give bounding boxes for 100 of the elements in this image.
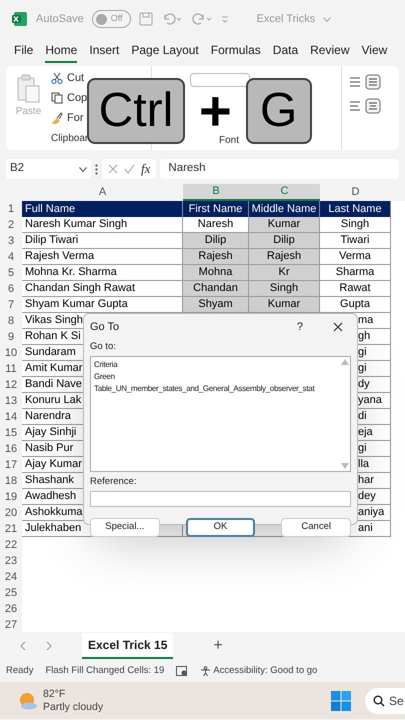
name-box[interactable]: B2 bbox=[6, 159, 91, 179]
dialog-button[interactable]: OK bbox=[186, 518, 256, 536]
table-cell: Mohna Kr. Sharma bbox=[22, 265, 183, 281]
customize-icon[interactable] bbox=[220, 15, 229, 23]
row-header[interactable]: 5 bbox=[0, 265, 22, 281]
table-header-cell: Full Name bbox=[22, 201, 183, 217]
temperature: 82°F bbox=[43, 688, 66, 700]
help-button[interactable]: ? bbox=[296, 318, 303, 336]
row-header[interactable]: 23 bbox=[0, 553, 22, 569]
weather-icon[interactable] bbox=[18, 692, 38, 710]
table-cell: Gupta bbox=[320, 297, 391, 313]
weather-condition: Partly cloudy bbox=[43, 700, 104, 714]
column-header[interactable]: B bbox=[183, 184, 249, 201]
row-header[interactable]: 10 bbox=[0, 345, 22, 361]
macro-icon[interactable] bbox=[176, 666, 188, 676]
search-box[interactable]: Se bbox=[365, 688, 405, 714]
ribbon-tab[interactable]: Data bbox=[272, 41, 298, 63]
status-message: Flash Fill Changed Cells: 19 bbox=[45, 664, 164, 678]
add-sheet-button[interactable]: + bbox=[213, 634, 223, 658]
autosave-label: AutoSave bbox=[36, 12, 84, 27]
ribbon-tab[interactable]: Review bbox=[310, 41, 350, 63]
row-header[interactable]: 7 bbox=[0, 297, 22, 313]
row-header[interactable]: 13 bbox=[0, 393, 22, 409]
insert-function-button[interactable]: fx bbox=[141, 159, 150, 179]
accessibility-icon[interactable] bbox=[200, 666, 212, 676]
column-header[interactable]: C bbox=[249, 184, 320, 201]
row-header[interactable]: 2 bbox=[0, 217, 22, 233]
table-cell: Singh bbox=[320, 217, 391, 233]
row-header[interactable]: 3 bbox=[0, 233, 22, 249]
row-header[interactable]: 4 bbox=[0, 249, 22, 265]
table-cell: Kr bbox=[249, 265, 320, 281]
table-cell: Dilip bbox=[183, 233, 249, 249]
table-cell: Chandan bbox=[183, 281, 249, 297]
column-header[interactable]: A bbox=[22, 184, 183, 201]
row-header[interactable]: 20 bbox=[0, 505, 22, 521]
table-cell: Rajesh Verma bbox=[22, 249, 183, 265]
row-header[interactable]: 15 bbox=[0, 425, 22, 441]
ribbon-tab[interactable]: Home bbox=[45, 41, 78, 63]
save-icon[interactable] bbox=[138, 12, 153, 26]
ribbon-tab[interactable]: Page Layout bbox=[131, 41, 199, 63]
clipboard-command[interactable]: Cop bbox=[67, 90, 88, 106]
excel-logo-icon bbox=[12, 11, 28, 27]
table-header-cell: First Name bbox=[183, 201, 249, 217]
check-icon[interactable] bbox=[124, 164, 135, 174]
table-cell: Rajesh bbox=[249, 249, 320, 265]
row-header[interactable]: 16 bbox=[0, 441, 22, 457]
ribbon-tab[interactable]: View bbox=[362, 41, 388, 63]
row-header[interactable]: 6 bbox=[0, 281, 22, 297]
row-header[interactable]: 12 bbox=[0, 377, 22, 393]
clipboard-icon[interactable] bbox=[16, 74, 42, 104]
scrollbar[interactable] bbox=[339, 357, 350, 472]
start-icon[interactable] bbox=[331, 690, 351, 710]
previous-sheet-icon[interactable] bbox=[20, 641, 26, 651]
accessibility-status[interactable]: Accessibility: Good to go bbox=[213, 664, 318, 678]
reference-field[interactable] bbox=[90, 490, 351, 506]
column-header[interactable]: D bbox=[320, 184, 391, 201]
next-sheet-icon[interactable] bbox=[46, 641, 52, 651]
row-header[interactable]: 14 bbox=[0, 409, 22, 425]
scroll-up-icon[interactable] bbox=[340, 359, 348, 366]
table-cell: Dilip bbox=[249, 233, 320, 249]
row-header[interactable]: 17 bbox=[0, 457, 22, 473]
plus-sign: + bbox=[199, 91, 232, 131]
row-header[interactable]: 21 bbox=[0, 521, 22, 537]
brush-icon bbox=[51, 112, 63, 124]
row-header[interactable]: 9 bbox=[0, 329, 22, 345]
ribbon-tab[interactable]: Insert bbox=[89, 41, 120, 63]
row-header[interactable]: 8 bbox=[0, 313, 22, 329]
chevron-down-icon[interactable] bbox=[79, 166, 87, 172]
cancel-icon[interactable] bbox=[108, 164, 118, 174]
row-header[interactable]: 19 bbox=[0, 489, 22, 505]
row-header[interactable]: 18 bbox=[0, 473, 22, 489]
sheet-tab[interactable]: Excel Trick 15 bbox=[82, 633, 174, 659]
table-cell: Singh bbox=[249, 281, 320, 297]
row-header[interactable]: 11 bbox=[0, 361, 22, 377]
close-icon[interactable] bbox=[333, 322, 343, 332]
row-header[interactable]: 25 bbox=[0, 585, 22, 601]
reference-label: Reference: bbox=[90, 475, 138, 490]
status-mode: Ready bbox=[6, 664, 34, 678]
redo-icon[interactable] bbox=[190, 12, 213, 26]
ribbon-tab[interactable]: Formulas bbox=[210, 41, 261, 63]
row-header[interactable]: 1 bbox=[0, 201, 22, 217]
table-cell: Tiwari bbox=[320, 233, 391, 249]
row-header[interactable]: 24 bbox=[0, 569, 22, 585]
clipboard-command[interactable]: Cut bbox=[67, 70, 84, 86]
clipboard-command[interactable]: For bbox=[67, 110, 84, 126]
formula-input[interactable]: Naresh bbox=[160, 159, 399, 179]
group-label: Font bbox=[219, 134, 240, 148]
row-header[interactable]: 26 bbox=[0, 601, 22, 617]
keyboard-key: G bbox=[246, 78, 312, 144]
table-cell: Rawat bbox=[320, 281, 391, 297]
more-options-icon[interactable] bbox=[95, 164, 98, 174]
go-to-list[interactable]: Criteria Green Table_UN_member_states_and_General_Assembly_observer_stat bbox=[90, 356, 351, 472]
row-header[interactable]: 22 bbox=[0, 537, 22, 553]
table-cell: Naresh bbox=[183, 217, 249, 233]
row-header[interactable]: 27 bbox=[0, 617, 22, 632]
keyboard-key: Ctrl bbox=[87, 78, 185, 144]
scroll-down-icon[interactable] bbox=[340, 463, 348, 470]
dialog-button[interactable]: Cancel bbox=[281, 518, 351, 536]
ribbon-tab[interactable]: File bbox=[14, 41, 34, 63]
dialog-button[interactable]: Special... bbox=[90, 518, 160, 536]
